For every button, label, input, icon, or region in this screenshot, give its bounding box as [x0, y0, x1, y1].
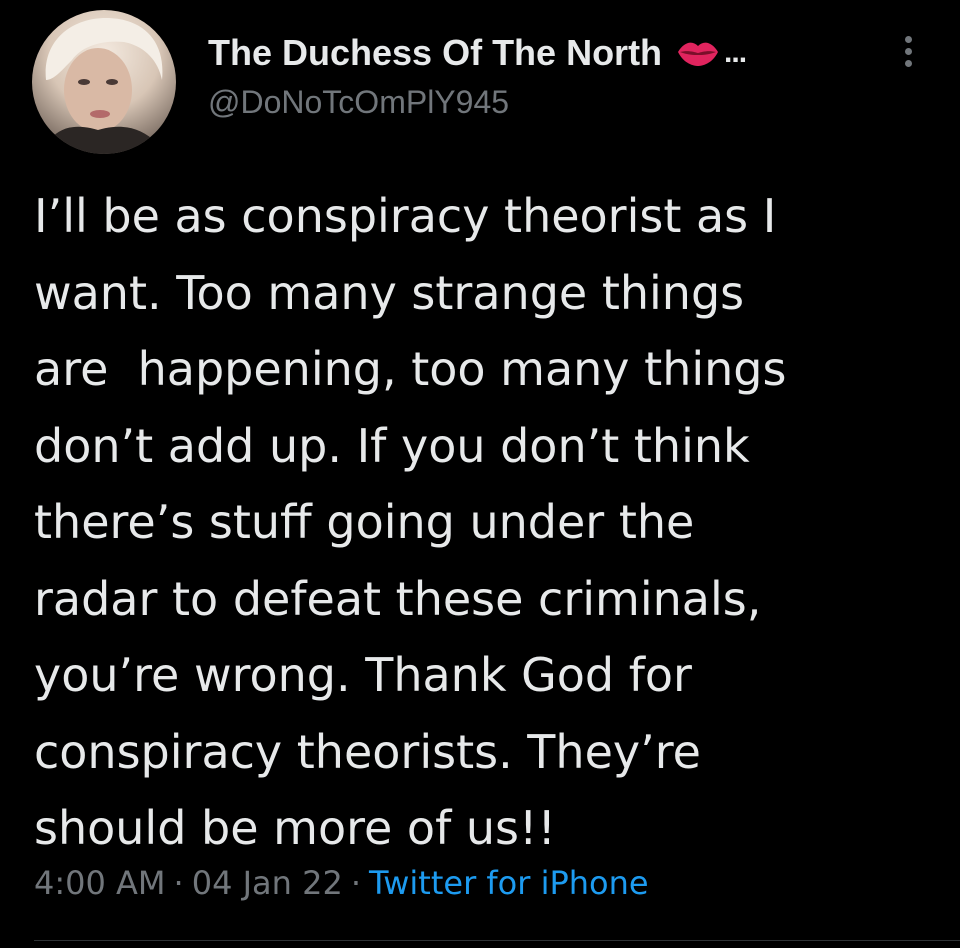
display-name[interactable]: The Duchess Of The North [208, 32, 662, 74]
tweet-date[interactable]: 04 Jan 22 [192, 864, 343, 902]
name-truncation: ... [724, 36, 747, 69]
tweet-text: I’ll be as conspiracy theorist as I want… [34, 189, 787, 855]
user-handle[interactable]: @DoNoTcOmPlY945 [208, 84, 746, 121]
tweet-source-link[interactable]: Twitter for iPhone [369, 864, 649, 902]
meta-separator: · [173, 864, 184, 902]
tweet-time[interactable]: 4:00 AM [34, 864, 166, 902]
avatar-image [42, 18, 166, 154]
tweet-card: The Duchess Of The North ... @DoNoTcOmPl… [0, 0, 960, 948]
meta-separator: · [350, 864, 361, 902]
divider [34, 940, 960, 941]
tweet-header: The Duchess Of The North ... @DoNoTcOmPl… [208, 28, 747, 121]
display-name-row[interactable]: The Duchess Of The North ... [208, 28, 747, 78]
kiss-lips-icon [678, 42, 719, 66]
tweet-metadata: 4:00 AM · 04 Jan 22 · Twitter for iPhone [34, 864, 649, 902]
more-options-icon[interactable] [898, 36, 918, 76]
avatar[interactable] [32, 10, 176, 154]
